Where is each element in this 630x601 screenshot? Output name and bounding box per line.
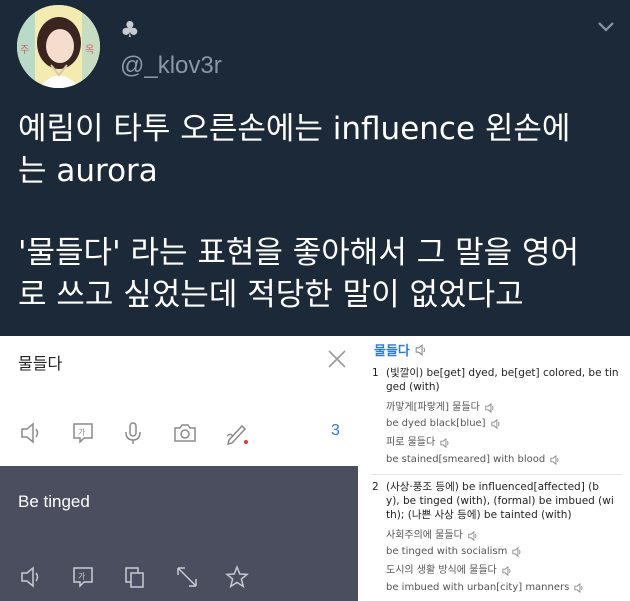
tweet-line: 는 aurora — [18, 153, 158, 189]
user-handle[interactable]: @_klov3r — [120, 52, 222, 80]
pen-icon[interactable] — [224, 420, 250, 446]
example-text: be imbued with urban[city] manners — [386, 582, 570, 593]
star-icon[interactable] — [224, 564, 250, 590]
tweet-card: 주 옥 ♣ @_klov3r 예림이 타투 오른손에는 influence 왼손… — [0, 0, 630, 336]
speaker-icon[interactable] — [501, 565, 513, 577]
svg-text:가: 가 — [78, 572, 86, 581]
sense-number: 1 — [372, 367, 379, 379]
speaker-icon[interactable] — [414, 343, 428, 357]
microphone-icon[interactable] — [120, 420, 146, 446]
avatar[interactable]: 주 옥 — [17, 5, 100, 88]
close-icon[interactable] — [326, 348, 348, 370]
example-text: 까맣게[파랗게] 물들다 — [386, 402, 480, 413]
source-text[interactable]: 물들다 — [18, 350, 62, 374]
sense-divider — [372, 474, 622, 475]
expand-icon[interactable] — [174, 564, 200, 590]
target-text: Be tinged — [18, 492, 90, 511]
tweet-line: '물들다' 라는 표현을 좋아해서 그 말을 영어 — [18, 235, 580, 271]
example-ko: 사회주의에 물들다 — [386, 530, 479, 542]
speaker-icon[interactable] — [484, 402, 496, 414]
target-pane: Be tinged 가 — [0, 466, 358, 601]
dictionary-headword: 물들다 — [374, 340, 428, 359]
tweet-line: 로 쓰고 싶었는데 적당한 말이 없었다고 — [18, 277, 524, 313]
svg-text:옥: 옥 — [85, 44, 94, 56]
club-icon: ♣ — [120, 18, 140, 43]
sense-definition: y), be tinged (with), (formal) be imbued… — [386, 495, 614, 507]
speaker-icon[interactable] — [439, 437, 451, 449]
speaker-icon[interactable] — [511, 546, 523, 558]
chevron-down-icon[interactable] — [596, 20, 616, 34]
dictionary-sense: 1 (빛깔이) be[get] dyed, be[get] colored, b… — [372, 366, 626, 394]
speaker-icon[interactable] — [573, 582, 585, 594]
example-text: be dyed black[blue] — [386, 418, 486, 429]
sense-definition: (빛깔이) be[get] dyed, be[get] colored, be … — [386, 367, 619, 379]
example-text: 도시의 생활 방식에 물들다 — [386, 565, 497, 576]
example-text: be tinged with socialism — [386, 546, 508, 557]
source-pane[interactable]: 물들다 가 3 — [0, 336, 358, 466]
speaker-icon[interactable] — [490, 418, 502, 430]
example-text: be stained[smeared] with blood — [386, 454, 546, 465]
headword-text[interactable]: 물들다 — [374, 340, 410, 359]
tweet-text: 예림이 타투 오른손에는 influence 왼손에 는 aurora '물들다… — [18, 108, 618, 316]
svg-text:주: 주 — [20, 45, 29, 56]
dictionary-panel: 물들다 1 (빛깔이) be[get] dyed, be[get] colore… — [358, 336, 630, 601]
translation-count: 3 — [331, 422, 340, 439]
example-ko: 피로 물들다 — [386, 437, 451, 449]
camera-icon[interactable] — [172, 420, 198, 446]
speaker-icon[interactable] — [18, 564, 44, 590]
example-ko: 도시의 생활 방식에 물들다 — [386, 565, 513, 577]
speaker-icon[interactable] — [467, 530, 479, 542]
example-text: 사회주의에 물들다 — [386, 530, 463, 541]
copy-icon[interactable] — [122, 564, 148, 590]
handwriting-icon[interactable]: 가 — [70, 564, 96, 590]
sense-definition: th); (나쁜 사상 등에) be tainted (with) — [386, 509, 572, 521]
example-en: be tinged with socialism — [386, 546, 523, 558]
example-en: be dyed black[blue] — [386, 418, 502, 430]
example-en: be stained[smeared] with blood — [386, 454, 561, 466]
svg-text:가: 가 — [78, 428, 86, 437]
speaker-icon[interactable] — [549, 454, 561, 466]
example-ko: 까맣게[파랗게] 물들다 — [386, 402, 496, 414]
sense-number: 2 — [372, 481, 379, 493]
example-text: 피로 물들다 — [386, 437, 436, 448]
tweet-line: 예림이 타투 오른손에는 influence 왼손에 — [18, 111, 571, 147]
speaker-icon[interactable] — [18, 420, 44, 446]
handwriting-icon[interactable]: 가 — [70, 420, 96, 446]
sense-definition: (사상·풍조 등에) be influenced[affected] (b — [386, 481, 599, 493]
example-en: be imbued with urban[city] manners — [386, 582, 585, 594]
translator-panel: 물들다 가 3 Be tinged 가 — [0, 336, 358, 601]
dictionary-sense: 2 (사상·풍조 등에) be influenced[affected] (b … — [372, 480, 626, 522]
sense-definition: ged (with) — [386, 381, 440, 393]
